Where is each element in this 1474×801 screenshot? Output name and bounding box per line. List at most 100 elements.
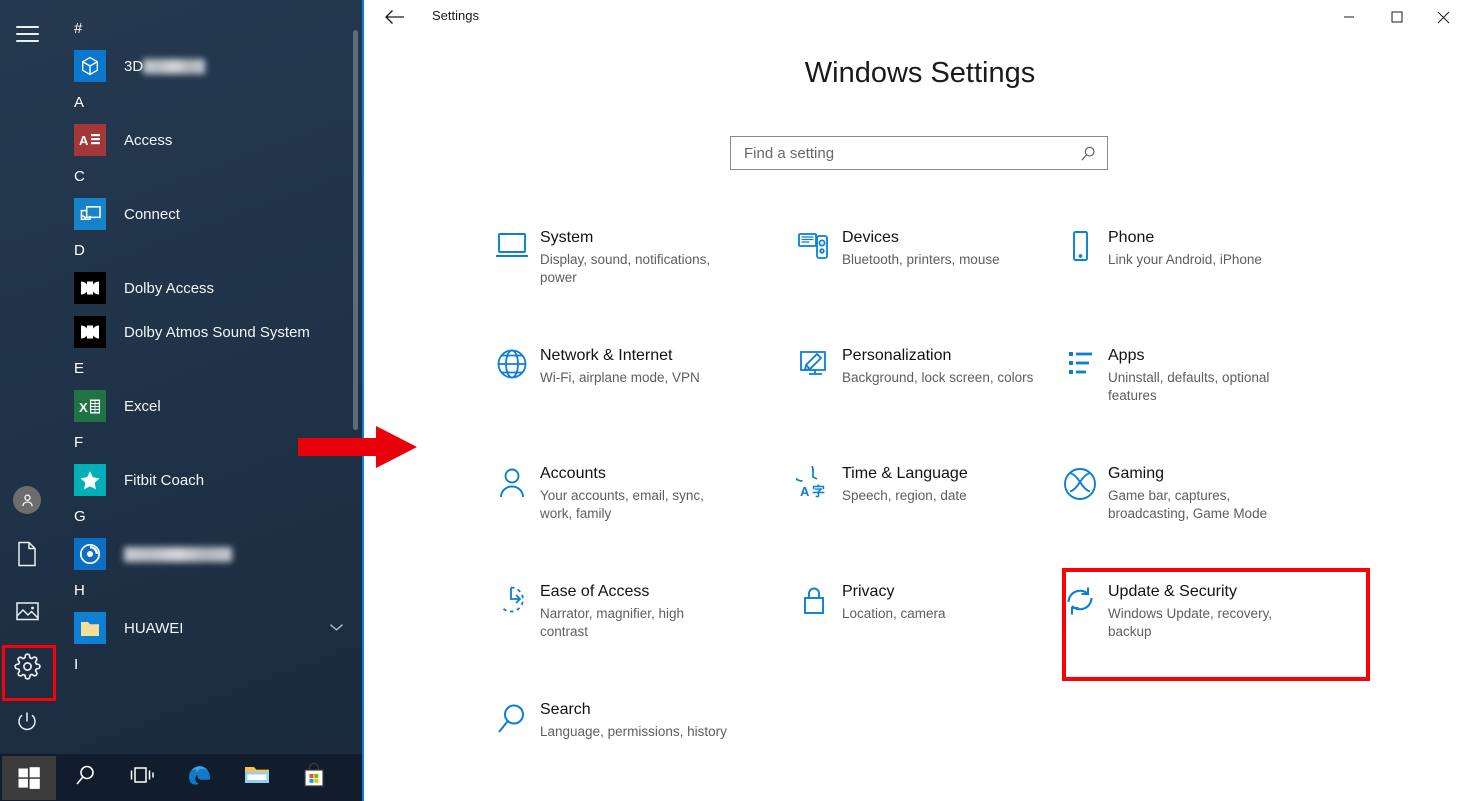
settings-button[interactable] — [0, 645, 54, 693]
settings-tile-apps[interactable]: Apps Uninstall, defaults, optional featu… — [1052, 346, 1362, 405]
list-item[interactable]: Connect — [54, 192, 362, 236]
list-item-label: Connect — [124, 205, 180, 223]
list-item[interactable]: Dolby Access — [54, 266, 362, 310]
start-menu-scrollbar[interactable] — [353, 0, 358, 801]
tile-subtitle: Your accounts, email, sync, work, family — [540, 488, 704, 521]
phone-icon — [1052, 228, 1108, 280]
tile-title: Devices — [842, 229, 899, 246]
list-item-label: 3D███████ — [124, 58, 206, 75]
start-menu-rail — [0, 0, 56, 801]
scrollbar-thumb[interactable] — [353, 30, 358, 430]
search-button[interactable] — [57, 754, 114, 801]
settings-window: Settings Windows Settings Find a setting — [362, 0, 1474, 801]
tile-subtitle: Background, lock screen, colors — [842, 370, 1034, 385]
settings-tile-system[interactable]: System Display, sound, notifications, po… — [484, 228, 794, 287]
taskbar — [0, 754, 362, 801]
settings-tile-privacy[interactable]: Privacy Location, camera — [786, 582, 1096, 634]
letter-header[interactable]: G — [54, 502, 362, 532]
settings-tile-accounts[interactable]: Accounts Your accounts, email, sync, wor… — [484, 464, 794, 523]
tile-subtitle: Game bar, captures, broadcasting, Game M… — [1108, 488, 1268, 521]
tile-subtitle: Bluetooth, printers, mouse — [842, 252, 1000, 267]
gear-icon — [13, 653, 41, 685]
list-item[interactable]: Dolby Atmos Sound System — [54, 310, 362, 354]
person-icon — [484, 464, 540, 516]
maximize-button[interactable] — [1374, 0, 1420, 34]
xbox-icon — [1052, 464, 1108, 516]
letter-header[interactable]: F — [54, 428, 362, 458]
tile-subtitle: Wi-Fi, airplane mode, VPN — [540, 370, 700, 385]
settings-tile-gaming[interactable]: Gaming Game bar, captures, broadcasting,… — [1052, 464, 1362, 523]
search-input[interactable]: Find a setting — [730, 136, 1108, 170]
apps-list-icon — [1052, 346, 1108, 398]
tile-title: Personalization — [842, 347, 952, 364]
user-avatar-icon — [13, 486, 41, 514]
letter-header[interactable]: A — [54, 88, 362, 118]
folder-icon — [74, 612, 106, 644]
3d-viewer-icon — [74, 50, 106, 82]
start-menu: # 3D███████ A A — [0, 0, 362, 801]
list-item[interactable]: ██████ ████ — [54, 532, 362, 576]
letter-header[interactable]: C — [54, 162, 362, 192]
back-button[interactable] — [382, 6, 408, 28]
file-explorer-button[interactable] — [228, 754, 285, 801]
letter-header[interactable]: E — [54, 354, 362, 384]
list-item[interactable]: HUAWEI — [54, 606, 362, 650]
dolby-icon — [74, 316, 106, 348]
letter-header[interactable]: H — [54, 576, 362, 606]
close-button[interactable] — [1420, 0, 1466, 34]
list-item[interactable]: 3D███████ — [54, 44, 362, 88]
dolby-icon — [74, 272, 106, 304]
search-icon — [484, 700, 540, 752]
excel-icon: X — [74, 390, 106, 422]
tile-subtitle: Language, permissions, history — [540, 724, 727, 739]
documents-button[interactable] — [0, 532, 54, 580]
picture-icon — [15, 600, 40, 627]
list-item-label: Fitbit Coach — [124, 471, 205, 489]
edge-button[interactable] — [171, 754, 228, 801]
settings-tile-search[interactable]: Search Language, permissions, history — [484, 700, 794, 752]
settings-tile-devices[interactable]: Devices Bluetooth, printers, mouse — [786, 228, 1096, 280]
store-icon — [301, 762, 327, 793]
tile-subtitle: Speech, region, date — [842, 488, 967, 503]
settings-tile-network-internet[interactable]: Network & Internet Wi-Fi, airplane mode,… — [484, 346, 794, 398]
microsoft-store-button[interactable] — [285, 754, 342, 801]
list-item[interactable]: Fitbit Coach — [54, 458, 362, 502]
chevron-down-icon[interactable] — [329, 619, 344, 637]
pictures-button[interactable] — [0, 589, 54, 637]
document-icon — [16, 541, 38, 572]
settings-tile-time-language[interactable]: A 字 Time & Language Speech, region, date — [786, 464, 1096, 516]
power-button[interactable] — [0, 700, 54, 748]
list-item-label: Dolby Atmos Sound System — [124, 323, 310, 341]
letter-header[interactable]: I — [54, 650, 362, 680]
task-view-button[interactable] — [114, 754, 171, 801]
start-button[interactable] — [0, 754, 57, 801]
hamburger-menu-button[interactable] — [0, 10, 54, 58]
folder-icon — [243, 763, 271, 792]
search-icon[interactable] — [1077, 145, 1099, 162]
user-account-button[interactable] — [0, 476, 54, 524]
devices-icon — [786, 228, 842, 280]
fitbit-coach-icon — [74, 464, 106, 496]
tile-title: Gaming — [1108, 465, 1165, 482]
tile-subtitle: Uninstall, defaults, optional features — [1108, 370, 1270, 403]
letter-header[interactable]: D — [54, 236, 362, 266]
list-item[interactable]: X Excel — [54, 384, 362, 428]
ease-of-access-icon — [484, 582, 540, 634]
settings-tile-update-security[interactable]: Update & Security Windows Update, recove… — [1052, 582, 1362, 641]
letter-header[interactable]: # — [54, 14, 362, 44]
screenshot-root: # 3D███████ A A — [0, 0, 1474, 801]
tile-title: System — [540, 229, 594, 246]
list-item-label: Excel — [124, 397, 161, 415]
tile-title: Ease of Access — [540, 583, 650, 600]
settings-tile-personalization[interactable]: Personalization Background, lock screen,… — [786, 346, 1096, 398]
start-menu-app-list[interactable]: # 3D███████ A A — [54, 0, 362, 801]
redacted-text: ██████ ████ — [124, 547, 232, 563]
refresh-sync-icon — [1052, 582, 1108, 634]
personalization-icon — [786, 346, 842, 398]
list-item[interactable]: A Access — [54, 118, 362, 162]
minimize-button[interactable] — [1326, 0, 1372, 34]
settings-tile-ease-of-access[interactable]: Ease of Access Narrator, magnifier, high… — [484, 582, 794, 641]
search-input-placeholder: Find a setting — [744, 144, 835, 162]
svg-text:字: 字 — [812, 484, 825, 500]
settings-tile-phone[interactable]: Phone Link your Android, iPhone — [1052, 228, 1362, 280]
